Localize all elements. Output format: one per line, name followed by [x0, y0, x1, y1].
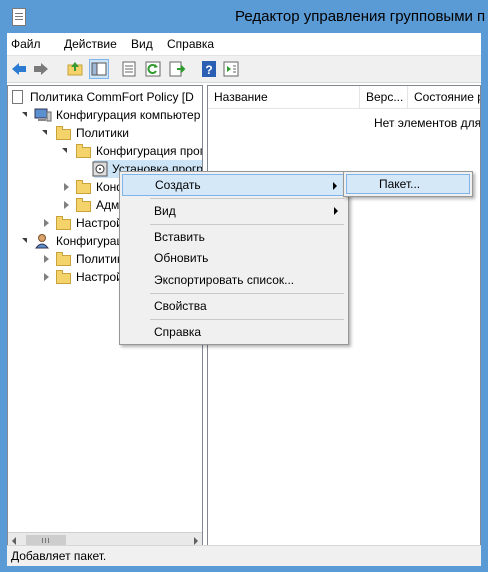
folder-icon	[56, 270, 71, 284]
collapse-arrow-icon[interactable]	[44, 255, 49, 263]
folder-icon	[76, 180, 91, 194]
help-icon[interactable]: ?	[199, 59, 219, 79]
list-header: Название Верс... Состояние ра	[208, 86, 480, 109]
up-folder-icon[interactable]	[65, 59, 85, 79]
menu-item-refresh[interactable]: Обновить	[122, 247, 346, 269]
policy-doc-icon	[12, 90, 23, 104]
context-menu: Создать Вид Вставить Обновить Экспортиро…	[119, 171, 349, 345]
submenu-arrow-icon	[334, 207, 338, 215]
collapse-arrow-icon[interactable]	[64, 201, 69, 209]
app-icon[interactable]	[12, 8, 26, 26]
collapse-arrow-icon[interactable]	[44, 219, 49, 227]
submenu-arrow-icon	[333, 182, 337, 190]
menu-item-package[interactable]: Пакет...	[346, 174, 470, 194]
title-bar[interactable]: Редактор управления групповыми п	[1, 1, 487, 33]
menu-item-view[interactable]: Вид	[122, 200, 346, 222]
folder-icon	[56, 252, 71, 266]
collapse-arrow-icon[interactable]	[64, 183, 69, 191]
menu-view[interactable]: Вид	[131, 37, 153, 51]
menu-item-create[interactable]: Создать	[122, 174, 346, 196]
software-install-icon	[92, 161, 108, 177]
menu-separator	[150, 293, 344, 294]
folder-icon	[76, 198, 91, 212]
menu-bar: Файл Действие Вид Справка	[7, 33, 481, 55]
folder-icon	[56, 216, 71, 230]
show-hide-tree-icon[interactable]	[89, 59, 109, 79]
app-window: Редактор управления групповыми п Файл Де…	[0, 0, 488, 572]
expand-arrow-icon[interactable]	[42, 130, 47, 135]
scroll-right-icon[interactable]	[194, 537, 198, 545]
folder-icon	[76, 144, 91, 158]
menu-item-properties[interactable]: Свойства	[122, 295, 346, 317]
menu-separator	[150, 224, 344, 225]
menu-item-paste[interactable]: Вставить	[122, 226, 346, 248]
menu-separator	[150, 319, 344, 320]
menu-item-export-list[interactable]: Экспортировать список...	[122, 269, 346, 291]
menu-action[interactable]: Действие	[64, 37, 117, 51]
user-icon	[34, 234, 50, 249]
create-submenu: Пакет...	[343, 171, 473, 197]
expand-arrow-icon[interactable]	[22, 112, 27, 117]
empty-list-message: Нет элементов для о	[374, 116, 481, 130]
forward-icon[interactable]	[31, 59, 51, 79]
expand-arrow-icon[interactable]	[22, 238, 27, 243]
svg-text:?: ?	[205, 63, 212, 77]
refresh-icon[interactable]	[143, 59, 163, 79]
window-title: Редактор управления групповыми п	[235, 8, 486, 25]
computer-icon	[34, 108, 52, 122]
folder-icon	[56, 126, 71, 140]
expand-arrow-icon[interactable]	[62, 148, 67, 153]
menu-separator	[150, 198, 344, 199]
column-header-state[interactable]: Состояние ра	[408, 86, 480, 108]
status-bar: Добавляет пакет.	[7, 545, 481, 566]
status-text: Добавляет пакет.	[11, 549, 107, 563]
show-action-pane-icon[interactable]	[221, 59, 241, 79]
collapse-arrow-icon[interactable]	[44, 273, 49, 281]
menu-help[interactable]: Справка	[167, 37, 214, 51]
back-icon[interactable]	[9, 59, 29, 79]
toolbar: ?	[7, 55, 481, 83]
scroll-left-icon[interactable]	[12, 537, 16, 545]
menu-item-help[interactable]: Справка	[122, 321, 346, 343]
column-header-name[interactable]: Название	[208, 86, 360, 108]
export-list-icon[interactable]	[167, 59, 187, 79]
properties-icon[interactable]	[119, 59, 139, 79]
column-header-version[interactable]: Верс...	[360, 86, 408, 108]
menu-file[interactable]: Файл	[11, 37, 41, 51]
